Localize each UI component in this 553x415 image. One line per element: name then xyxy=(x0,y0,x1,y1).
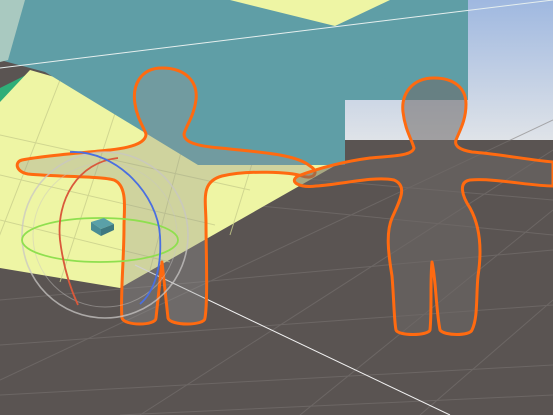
scene-canvas[interactable] xyxy=(0,0,553,415)
grid-line xyxy=(0,364,553,396)
grid-line xyxy=(119,394,553,415)
scene-viewport[interactable] xyxy=(0,0,553,415)
